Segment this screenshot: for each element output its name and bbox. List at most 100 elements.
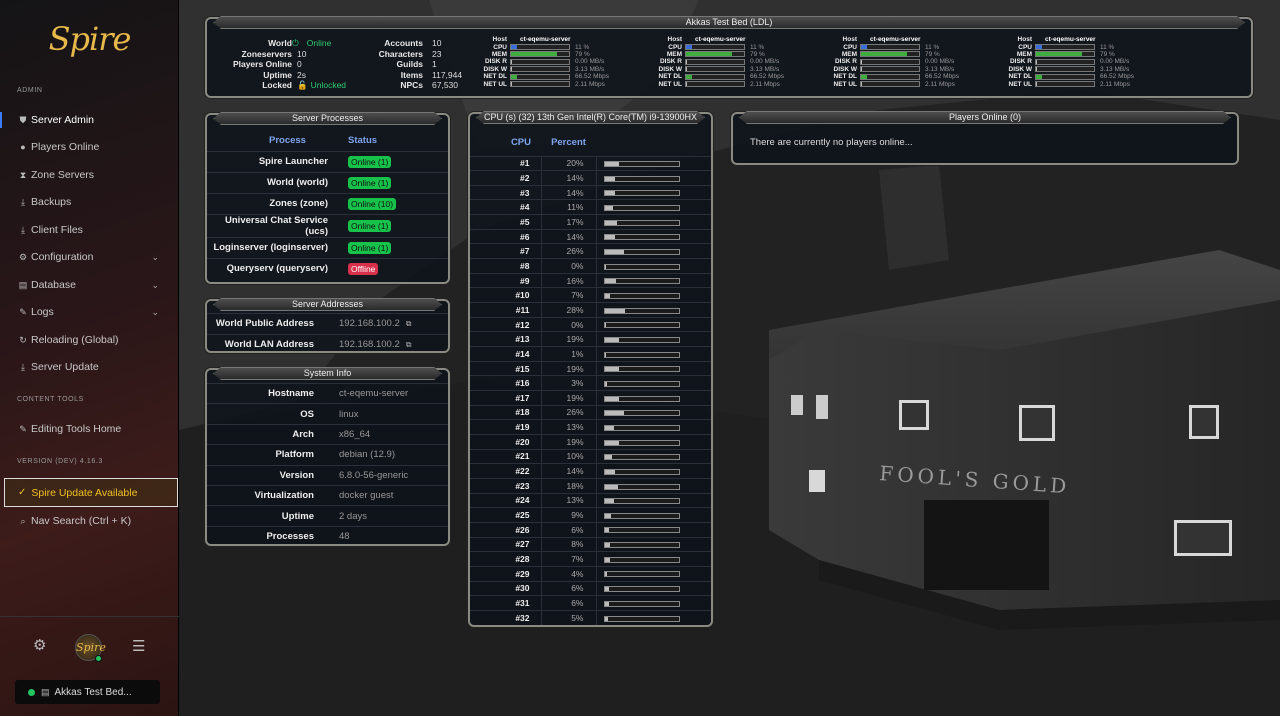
metric-value: 66.52 Mbps bbox=[750, 73, 784, 81]
metric-bar bbox=[860, 44, 920, 51]
cpu-percent: 6% bbox=[541, 521, 597, 538]
cpu-bar-fill bbox=[604, 162, 620, 167]
metric-value: 11 % bbox=[1100, 43, 1115, 51]
cpu-row: #9 16% bbox=[470, 272, 711, 288]
metric-bar-fill bbox=[1036, 82, 1037, 87]
cpu-bar-cell bbox=[596, 346, 711, 362]
metric-bar bbox=[860, 73, 920, 80]
cpu-percent: 19% bbox=[541, 331, 597, 347]
stat-value: 1 bbox=[432, 59, 437, 70]
metric-label: NET DL bbox=[833, 73, 857, 81]
sidebar-section-content-tools: CONTENT TOOLS bbox=[17, 396, 84, 403]
metric-bar-fill bbox=[861, 59, 862, 64]
table-row: Platform debian (12.9) bbox=[207, 444, 448, 466]
sysinfo-value: 48 bbox=[324, 525, 448, 547]
sysinfo-label: Virtualization bbox=[207, 484, 324, 506]
sysinfo-value: docker guest bbox=[324, 484, 448, 506]
gear-icon: ⚙ bbox=[18, 251, 28, 262]
metric-bar-fill bbox=[511, 67, 513, 72]
cpu-bar bbox=[603, 395, 680, 402]
metric-value: 3.13 MB/s bbox=[575, 65, 605, 73]
metric-label: MEM bbox=[841, 50, 857, 58]
metric-bar-fill bbox=[511, 59, 512, 64]
metric-bar bbox=[685, 81, 745, 88]
metric-value: 66.52 Mbps bbox=[925, 73, 959, 81]
metric-value: 79 % bbox=[1100, 50, 1115, 58]
address-value: 192.168.100.2 bbox=[339, 318, 400, 330]
server-selector[interactable]: ▤ Akkas Test Bed... bbox=[15, 680, 160, 704]
cpu-row: #8 0% bbox=[470, 258, 711, 274]
sysinfo-label: OS bbox=[207, 403, 324, 425]
metric-bar bbox=[685, 73, 745, 80]
stat-value: 0 bbox=[297, 59, 302, 70]
cpu-row: #4 11% bbox=[470, 199, 711, 215]
search-icon: ⌕ bbox=[20, 515, 26, 526]
metric-value: 0.00 MB/s bbox=[750, 58, 780, 66]
cpu-bar-cell bbox=[596, 580, 711, 596]
cpu-percent: 0% bbox=[541, 258, 597, 274]
cpu-id: #25 bbox=[470, 507, 542, 523]
check-circle-icon: ✓ bbox=[18, 487, 27, 498]
address-value: 192.168.100.2 bbox=[339, 339, 400, 350]
metric-row: DISK R 0.00 MB/s bbox=[650, 58, 800, 65]
cpu-bar-cell bbox=[596, 463, 711, 479]
address-label: World Public Address bbox=[207, 313, 324, 334]
cpu-percent: 20% bbox=[541, 155, 597, 171]
sidebar-item-logs[interactable]: ✎ Logs ⌄ bbox=[0, 301, 179, 323]
sysinfo-value: ct-eqemu-server bbox=[324, 382, 448, 404]
sidebar-item-configuration[interactable]: ⚙ Configuration ⌄ bbox=[0, 246, 179, 268]
metric-row: DISK R 0.00 MB/s bbox=[1000, 58, 1150, 65]
status-cell: Online (1) bbox=[348, 236, 448, 258]
cpu-id: #21 bbox=[470, 448, 542, 464]
sidebar-item-backups[interactable]: ⤓ Backups bbox=[0, 191, 179, 213]
cpu-bar bbox=[603, 175, 680, 182]
background-art: FOOL'S GOLD bbox=[179, 0, 1280, 716]
metric-bar-fill bbox=[511, 82, 512, 87]
copy-icon[interactable]: ⧉ bbox=[406, 340, 412, 349]
unlock-icon: 🔓 bbox=[297, 80, 308, 91]
overview-stat: Characters 23 bbox=[365, 49, 442, 59]
sidebar-item-editing-tools[interactable]: ✎ Editing Tools Home bbox=[0, 418, 179, 440]
sidebar-item-zone-servers[interactable]: ⧗ Zone Servers bbox=[0, 164, 179, 186]
cpu-row: #17 19% bbox=[470, 390, 711, 406]
sidebar-item-label: Configuration bbox=[31, 251, 94, 263]
cpu-bar bbox=[603, 292, 680, 299]
cpu-bar-cell bbox=[596, 331, 711, 347]
hamburger-menu-icon[interactable]: ☰ bbox=[132, 637, 145, 655]
sidebar-item-server-admin[interactable]: ⛊ Server Admin bbox=[0, 109, 179, 131]
cpu-bar-fill bbox=[604, 425, 615, 430]
app-logo[interactable]: Spire bbox=[0, 20, 179, 58]
copy-icon[interactable]: ⧉ bbox=[406, 319, 412, 328]
cpu-bar-fill bbox=[604, 191, 615, 196]
sidebar-item-client-files[interactable]: ⤓ Client Files bbox=[0, 219, 179, 241]
metric-row: NET DL 66.52 Mbps bbox=[1000, 73, 1150, 80]
cpu-percent: 19% bbox=[541, 360, 597, 376]
cpu-bar bbox=[603, 322, 680, 329]
host-name: ct-eqemu-server bbox=[870, 36, 921, 44]
cpu-row: #32 5% bbox=[470, 609, 711, 625]
database-icon: ▤ bbox=[18, 279, 28, 290]
settings-gear-icon[interactable]: ⚙ bbox=[33, 636, 46, 654]
players-online-panel: Players Online (0) There are currently n… bbox=[731, 112, 1239, 165]
sidebar-version: VERSION (DEV) 4.16.3 bbox=[17, 458, 103, 465]
nav-search-button[interactable]: ⌕ Nav Search (Ctrl + K) bbox=[0, 510, 179, 532]
table-row: World LAN Address 192.168.100.2 ⧉ bbox=[207, 333, 448, 355]
cpu-percent: 10% bbox=[541, 448, 597, 464]
metric-row: MEM 79 % bbox=[1000, 51, 1150, 58]
cpu-bar-cell bbox=[596, 243, 711, 259]
metric-label: DISK R bbox=[484, 58, 507, 66]
cpu-id: #8 bbox=[470, 258, 542, 274]
cpu-bar-fill bbox=[604, 235, 615, 240]
spire-update-button[interactable]: ✓ Spire Update Available bbox=[4, 478, 178, 507]
sidebar-item-reloading[interactable]: ↻ Reloading (Global) bbox=[0, 329, 179, 351]
overview-stat: Zoneservers 10 bbox=[211, 49, 306, 59]
cpu-id: #5 bbox=[470, 214, 542, 230]
sysinfo-label: Version bbox=[207, 464, 324, 486]
sidebar-item-players-online[interactable]: ● Players Online bbox=[0, 136, 179, 158]
cpu-bar bbox=[603, 600, 680, 607]
sidebar-item-database[interactable]: ▤ Database ⌄ bbox=[0, 274, 179, 296]
system-info-table: Hostname ct-eqemu-server OS linux Arch x86_64… bbox=[207, 382, 448, 547]
pen-icon: ✎ bbox=[19, 306, 27, 317]
metric-bar-fill bbox=[861, 52, 907, 57]
sidebar-item-server-update[interactable]: ⤓ Server Update bbox=[0, 356, 179, 378]
